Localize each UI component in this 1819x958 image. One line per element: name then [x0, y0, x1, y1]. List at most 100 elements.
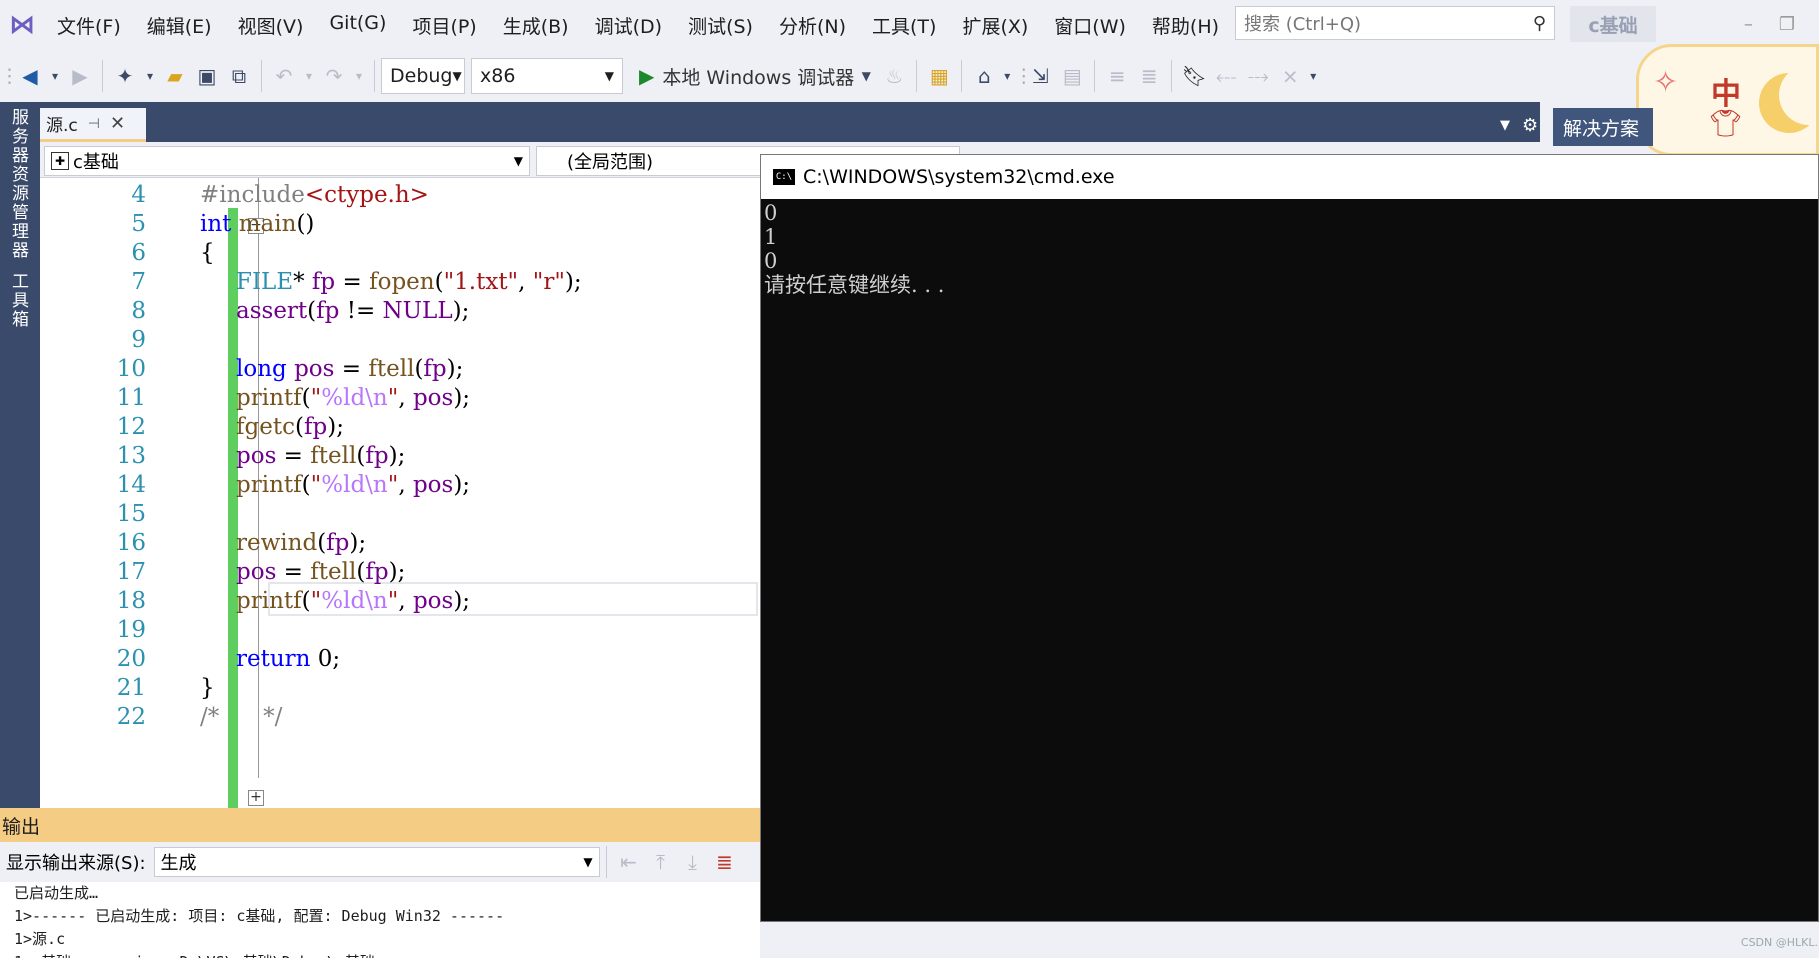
- shirt-icon: 👕︎: [1709, 109, 1743, 139]
- next-message-icon[interactable]: ⤓: [677, 842, 709, 882]
- menu-item-7[interactable]: 测试(S): [675, 12, 766, 39]
- global-scope-value: (全局范围): [567, 152, 654, 173]
- solution-explorer-tab[interactable]: 解决方案: [1553, 108, 1653, 146]
- step-into-icon[interactable]: ⇲: [1024, 56, 1056, 96]
- clear-all-icon[interactable]: ≣: [709, 842, 741, 882]
- menu-item-1[interactable]: 编辑(E): [134, 12, 225, 39]
- solution-config-value: Debug: [390, 65, 453, 87]
- toolbar: ⋮ ◀ ▾ ▶ ✦ ▾ ▰ ▣ ⧉ ↶ ▾ ↷ ▾ Debug ▼ x86 ▼ …: [0, 50, 1819, 102]
- back-icon[interactable]: ◀: [14, 56, 46, 96]
- expand-icon[interactable]: +: [248, 790, 264, 806]
- tab-list-dropdown-icon[interactable]: ▼: [1500, 118, 1510, 133]
- dropdown-arrow-icon[interactable]: ▾: [141, 56, 159, 96]
- search-icon: ⚲: [1532, 12, 1546, 34]
- dropdown-arrow-icon[interactable]: ▼: [854, 56, 878, 96]
- console-output: 0 1 0 请按任意键继续. . .: [764, 201, 945, 297]
- toolbar-separator: [1171, 60, 1173, 92]
- pin-icon[interactable]: ⊣: [88, 116, 100, 132]
- start-debugging-icon[interactable]: ▶: [639, 64, 654, 88]
- left-tool-sidebar: 服务器资源管理器 工具箱: [0, 102, 40, 808]
- toolbar-separator: [1094, 60, 1096, 92]
- visual-studio-logo-icon[interactable]: ⋈: [0, 0, 44, 50]
- close-icon[interactable]: ✕: [110, 113, 125, 134]
- redo-icon[interactable]: ↷: [318, 56, 350, 96]
- home-view-icon[interactable]: ⌂: [968, 56, 1000, 96]
- solution-config-select[interactable]: Debug ▼: [381, 58, 465, 94]
- platform-select[interactable]: x86 ▼: [471, 58, 623, 94]
- menu-item-6[interactable]: 调试(D): [582, 12, 675, 39]
- line-number: 22: [116, 704, 146, 730]
- menu-item-5[interactable]: 生成(B): [490, 12, 582, 39]
- console-title-bar[interactable]: C:\ C:\WINDOWS\system32\cmd.exe: [761, 155, 1818, 199]
- server-explorer-tab[interactable]: 服务器资源管理器: [6, 108, 31, 260]
- code-text: /* */: [200, 704, 283, 730]
- menu-item-0[interactable]: 文件(F): [44, 12, 134, 39]
- menu-item-9[interactable]: 工具(T): [859, 12, 949, 39]
- toolbar-grip-icon[interactable]: ⋮: [0, 65, 19, 87]
- menu-item-8[interactable]: 分析(N): [766, 12, 859, 39]
- console-window[interactable]: C:\ C:\WINDOWS\system32\cmd.exe 0 1 0 请按…: [760, 154, 1819, 922]
- gear-icon[interactable]: ⚙: [1522, 115, 1538, 136]
- find-message-icon[interactable]: ⇤: [613, 842, 645, 882]
- output-text: 已启动生成… 1>------ 已启动生成: 项目: c基础, 配置: Debu…: [0, 882, 760, 958]
- watermark: CSDN @HLKL.: [1740, 936, 1818, 949]
- new-project-icon[interactable]: ✦: [109, 56, 141, 96]
- tab-source-c[interactable]: 源.c ⊣ ✕: [40, 108, 146, 142]
- cmd-icon: C:\: [773, 169, 795, 185]
- menu-item-12[interactable]: 帮助(H): [1139, 12, 1232, 39]
- dropdown-arrow-icon[interactable]: ▾: [46, 56, 64, 96]
- open-folder-icon[interactable]: ▰: [159, 56, 191, 96]
- output-toolbar: 显示输出来源(S): 生成 ▼ ⇤ ⤒ ⤓ ≣: [0, 842, 760, 882]
- dropdown-arrow-icon[interactable]: ▾: [300, 56, 318, 96]
- start-debugging-button[interactable]: 本地 Windows 调试器: [662, 63, 854, 90]
- document-tab-strip: [40, 102, 1540, 142]
- chevron-down-icon: ▼: [604, 69, 614, 83]
- forward-icon[interactable]: ▶: [64, 56, 96, 96]
- project-scope-select[interactable]: ✚ c基础 ▼: [44, 146, 530, 176]
- code-editor[interactable]: − + 4 #include<ctype.h> 5 int main() 6{7 FILE…: [40, 178, 760, 808]
- tab-label: 源.c: [46, 116, 78, 136]
- menu-item-11[interactable]: 窗口(W): [1041, 12, 1139, 39]
- sticker-character: 中: [1711, 77, 1741, 112]
- previous-message-icon[interactable]: ⤒: [645, 842, 677, 882]
- undo-icon[interactable]: ↶: [268, 56, 300, 96]
- clear-bookmarks-icon[interactable]: ⨯: [1274, 56, 1306, 96]
- menu-item-2[interactable]: 视图(V): [225, 12, 317, 39]
- next-bookmark-icon[interactable]: ⤏: [1242, 56, 1274, 96]
- maximize-icon[interactable]: ❐: [1779, 14, 1795, 35]
- minimize-icon[interactable]: –: [1744, 14, 1753, 35]
- output-source-value: 生成: [160, 853, 197, 874]
- class-view-icon[interactable]: ▤: [1056, 56, 1088, 96]
- toolbar-separator: [916, 60, 918, 92]
- toolbox-tab[interactable]: 工具箱: [6, 272, 31, 329]
- search-input[interactable]: 搜索 (Ctrl+Q) ⚲: [1235, 6, 1555, 40]
- menu-items: 文件(F) 编辑(E) 视图(V) Git(G) 项目(P) 生成(B) 调试(D) 测试(S…: [44, 12, 1232, 39]
- previous-bookmark-icon[interactable]: ⤎: [1210, 56, 1242, 96]
- toolbar-separator: [961, 60, 963, 92]
- toolbar-separator: [261, 60, 262, 92]
- menu-item-4[interactable]: 项目(P): [399, 12, 489, 39]
- menu-item-3[interactable]: Git(G): [316, 12, 399, 39]
- decrease-indent-icon[interactable]: ≡: [1101, 56, 1133, 96]
- save-all-icon[interactable]: ⧉: [223, 56, 255, 96]
- project-name-badge: c基础: [1570, 6, 1656, 42]
- toolbar-grip-icon[interactable]: ⋮: [1014, 65, 1033, 87]
- menu-item-10[interactable]: 扩展(X): [949, 12, 1041, 39]
- code-line[interactable]: 22 /* */: [76, 700, 760, 734]
- search-placeholder: 搜索 (Ctrl+Q): [1244, 14, 1362, 35]
- dropdown-arrow-icon[interactable]: ▾: [1000, 56, 1014, 96]
- toolbar-separator: [102, 60, 103, 92]
- output-source-select[interactable]: 生成 ▼: [153, 847, 600, 877]
- find-in-files-icon[interactable]: ▦: [923, 56, 955, 96]
- console-title: C:\WINDOWS\system32\cmd.exe: [803, 166, 1115, 188]
- chevron-down-icon: ▼: [452, 69, 462, 83]
- increase-indent-icon[interactable]: ≣: [1133, 56, 1165, 96]
- toolbar-separator: [605, 846, 607, 878]
- output-panel-title: 输出: [0, 808, 760, 842]
- dropdown-arrow-icon[interactable]: ▾: [1306, 56, 1320, 96]
- bookmark-icon[interactable]: 🔖︎: [1178, 56, 1210, 96]
- dropdown-arrow-icon[interactable]: ▾: [350, 56, 368, 96]
- output-source-label: 显示输出来源(S):: [6, 853, 146, 874]
- save-icon[interactable]: ▣: [191, 56, 223, 96]
- hot-reload-icon[interactable]: ♨: [878, 56, 910, 96]
